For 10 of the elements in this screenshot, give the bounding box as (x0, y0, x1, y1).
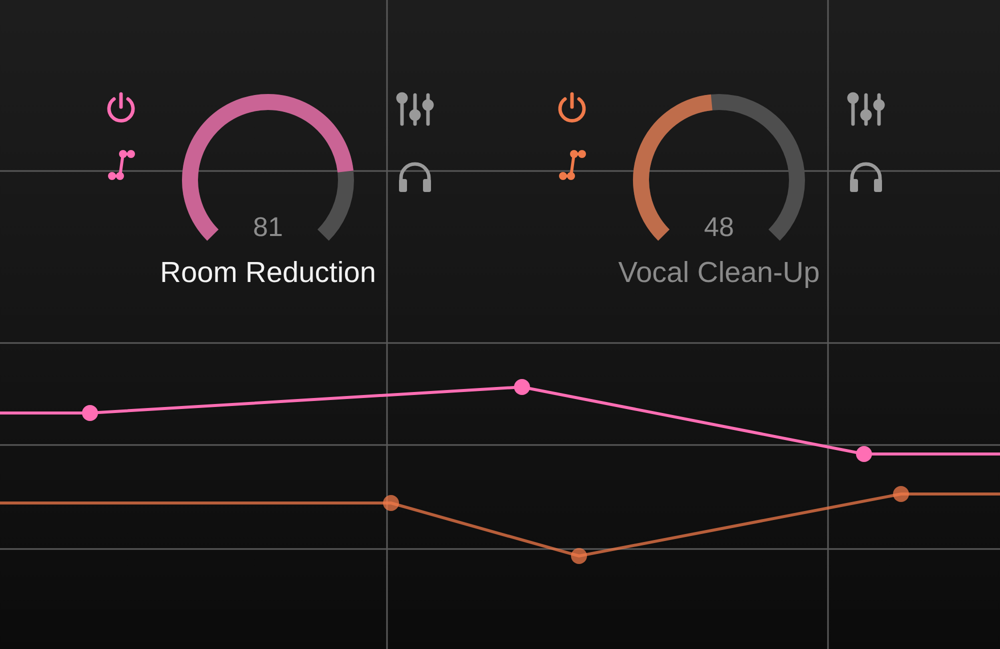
knob-value: 81 (252, 212, 284, 243)
node-curve-icon[interactable] (557, 147, 587, 181)
module-name[interactable]: Vocal Clean-Up (618, 257, 820, 290)
sliders-icon[interactable] (396, 91, 434, 127)
knob-value: 48 (704, 212, 734, 243)
node-curve-icon[interactable] (106, 147, 136, 181)
sliders-icon[interactable] (847, 91, 885, 127)
automation-curve[interactable] (0, 379, 1000, 462)
automation-curve[interactable] (0, 486, 1000, 564)
module-name[interactable]: Room Reduction (160, 257, 376, 290)
